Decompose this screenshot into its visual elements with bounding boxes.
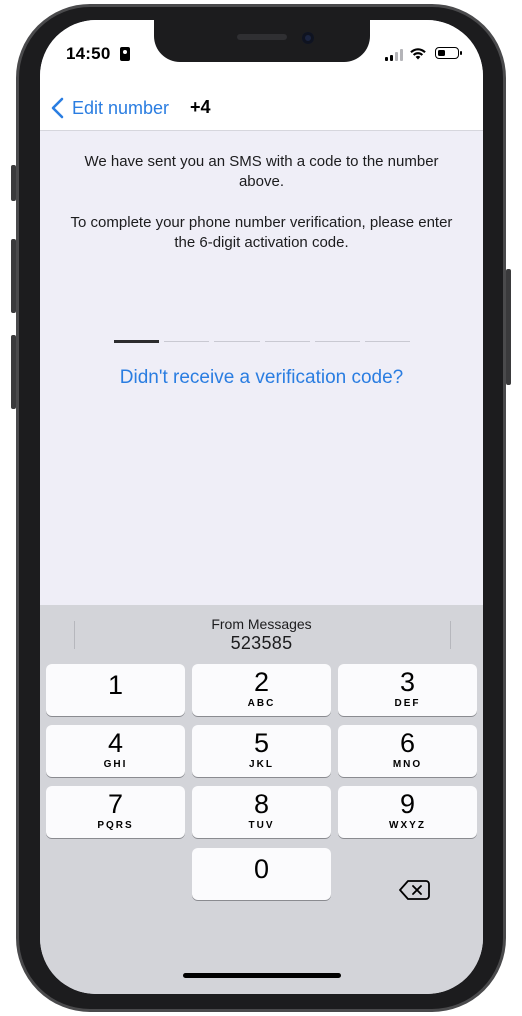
status-time: 14:50 bbox=[66, 44, 111, 63]
key-5[interactable]: 5 JKL bbox=[192, 725, 331, 777]
code-slot[interactable] bbox=[364, 341, 411, 342]
code-slot[interactable] bbox=[264, 341, 310, 342]
key-digit: 8 bbox=[253, 789, 270, 819]
battery-icon bbox=[435, 47, 462, 59]
key-letters: TUV bbox=[248, 820, 275, 831]
home-indicator[interactable] bbox=[183, 973, 341, 978]
key-letters: WXYZ bbox=[389, 820, 426, 831]
signal-icon bbox=[385, 49, 403, 61]
key-6[interactable]: 6 MNO bbox=[338, 725, 477, 777]
wifi-icon bbox=[410, 48, 426, 60]
key-digit: 4 bbox=[107, 728, 124, 758]
key-letters: ABC bbox=[247, 698, 276, 709]
key-2[interactable]: 2 ABC bbox=[192, 664, 331, 716]
code-input[interactable] bbox=[114, 340, 411, 344]
instruction-text: To complete your phone number verificati… bbox=[70, 214, 453, 251]
key-letters: GHI bbox=[103, 759, 128, 770]
key-digit: 0 bbox=[253, 854, 270, 884]
front-camera bbox=[302, 32, 314, 44]
key-digit: 2 bbox=[253, 667, 270, 697]
chevron-left-icon bbox=[51, 97, 64, 119]
key-3[interactable]: 3 DEF bbox=[338, 664, 477, 716]
notch bbox=[154, 20, 370, 62]
sms-notice-text: We have sent you an SMS with a code to t… bbox=[84, 153, 439, 190]
key-digit: 1 bbox=[107, 670, 124, 700]
key-9[interactable]: 9 WXYZ bbox=[338, 786, 477, 838]
volume-down-button bbox=[11, 335, 16, 409]
key-digit: 7 bbox=[107, 789, 124, 819]
back-label: Edit number bbox=[72, 97, 170, 118]
speaker bbox=[237, 34, 287, 40]
key-4[interactable]: 4 GHI bbox=[46, 725, 185, 777]
key-digit: 5 bbox=[253, 728, 270, 758]
nav-bar: Edit number +4 bbox=[40, 92, 483, 130]
autofill-suggestion[interactable]: From Messages 523585 bbox=[40, 605, 483, 661]
code-slot[interactable] bbox=[164, 341, 210, 342]
resend-code-link[interactable]: Didn't receive a verification code? bbox=[40, 367, 483, 389]
code-slot[interactable] bbox=[114, 340, 160, 343]
key-8[interactable]: 8 TUV bbox=[192, 786, 331, 838]
edit-number-back-button[interactable]: Edit number bbox=[50, 92, 169, 124]
suggestion-source-label: From Messages bbox=[211, 616, 312, 632]
screen: 14:50 Edit number +4 We have sent you an… bbox=[40, 20, 483, 994]
key-digit: 6 bbox=[399, 728, 416, 758]
suggestion-code[interactable]: 523585 bbox=[40, 633, 483, 654]
key-digit: 9 bbox=[399, 789, 416, 819]
silent-switch bbox=[11, 165, 16, 201]
key-digit: 3 bbox=[399, 667, 416, 697]
key-letters: DEF bbox=[394, 698, 421, 709]
key-letters: MNO bbox=[392, 759, 423, 770]
nav-divider bbox=[40, 130, 483, 131]
phone-number-prefix: +4 bbox=[190, 97, 211, 117]
volume-up-button bbox=[11, 239, 16, 313]
key-letters: JKL bbox=[249, 759, 274, 770]
key-0[interactable]: 0 bbox=[192, 848, 331, 900]
delete-key-icon[interactable] bbox=[386, 868, 436, 912]
key-letters: PQRS bbox=[97, 820, 134, 831]
status-bar: 14:50 bbox=[40, 20, 483, 92]
key-1[interactable]: 1 bbox=[46, 664, 185, 716]
sim-card-icon bbox=[120, 47, 130, 61]
power-button bbox=[506, 269, 511, 385]
key-7[interactable]: 7 PQRS bbox=[46, 786, 185, 838]
code-slot[interactable] bbox=[214, 341, 260, 342]
code-slot[interactable] bbox=[314, 341, 360, 342]
